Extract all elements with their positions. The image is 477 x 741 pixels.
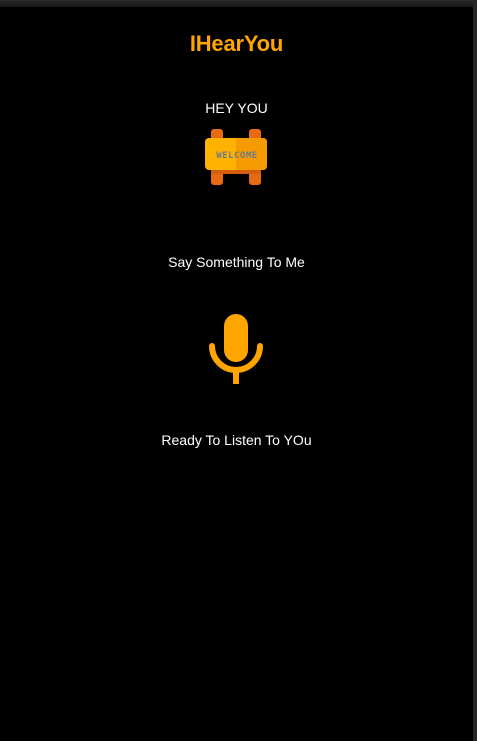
window-right-edge — [473, 0, 477, 741]
welcome-sign-text: WELCOME — [216, 151, 257, 161]
microphone-button[interactable] — [206, 312, 266, 386]
welcome-sign-icon: WELCOME — [203, 128, 269, 186]
window-top-edge — [0, 0, 477, 7]
greeting-text: HEY YOU — [205, 100, 268, 116]
app-title: IHearYou — [189, 31, 284, 56]
microphone-icon — [209, 314, 263, 384]
prompt-text: Say Something To Me — [168, 254, 305, 270]
status-text: Ready To Listen To YOu — [161, 432, 312, 448]
